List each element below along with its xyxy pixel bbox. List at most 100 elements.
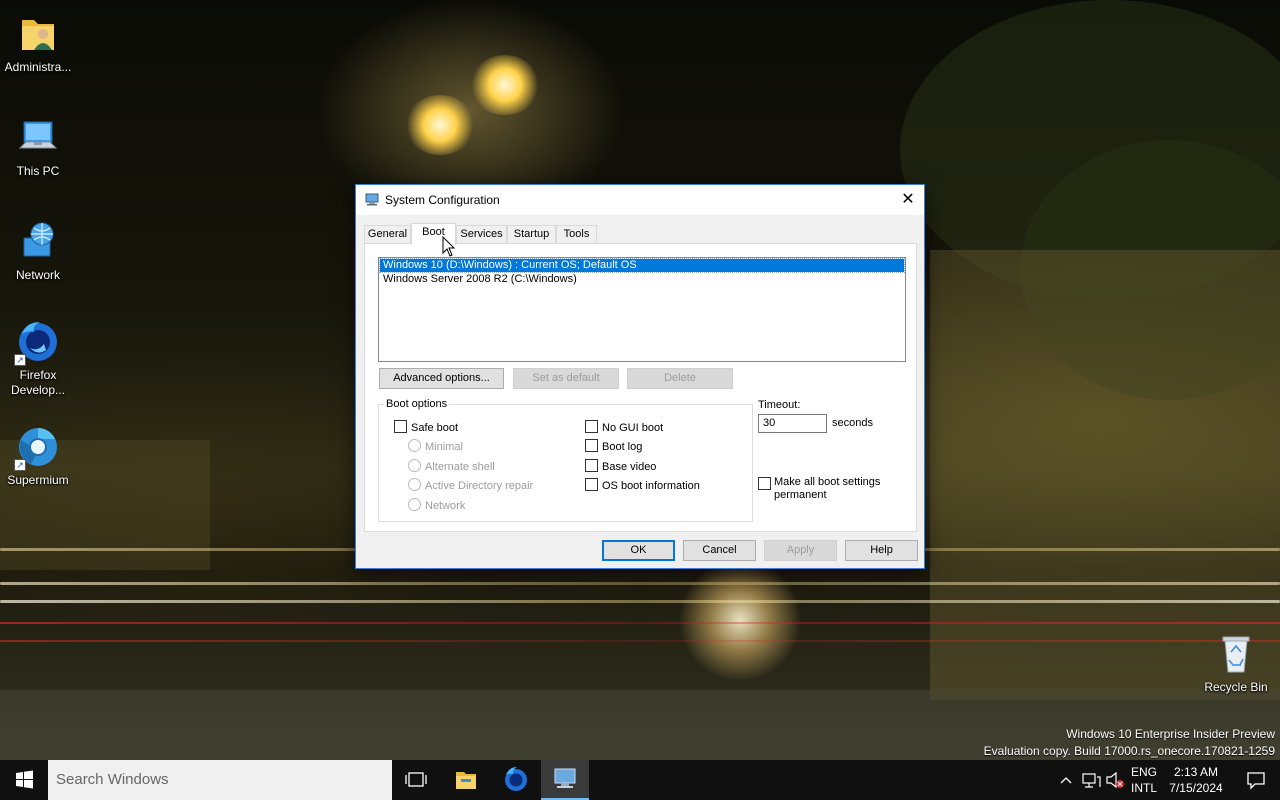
clock-date: 7/15/2024 [1169, 781, 1223, 795]
radio-circle[interactable] [408, 459, 421, 472]
desktop-icon-label: Administra... [4, 60, 72, 74]
desktop-icon-network[interactable]: Network [0, 220, 76, 283]
notifications-icon [1247, 772, 1265, 790]
keyboard-layout-code: INTL [1130, 781, 1157, 795]
desktop-icon-administrator[interactable]: Administra... [0, 12, 76, 75]
tab-general[interactable]: General [364, 225, 411, 244]
boot-log-label: Boot log [602, 441, 643, 453]
base-video-label: Base video [602, 461, 657, 473]
task-view-icon [405, 772, 427, 787]
advanced-options-button[interactable]: Advanced options... [379, 368, 504, 389]
radio-circle[interactable] [408, 498, 421, 511]
tab-services[interactable]: Services [456, 225, 507, 244]
chevron-up-icon [1060, 777, 1072, 784]
boot-entries-list[interactable]: Windows 10 (D:\Windows) : Current OS; De… [378, 257, 906, 362]
supermium-browser-icon: ↗ [14, 425, 60, 471]
desktop-icon-this-pc[interactable]: This PC [0, 116, 76, 179]
desktop-icon-label: Firefox Develop... [10, 368, 66, 397]
checkbox-box[interactable] [585, 439, 598, 452]
clock-time: 2:13 AM [1173, 765, 1219, 779]
base-video-checkbox[interactable]: Base video [585, 459, 656, 474]
delete-button[interactable]: Delete [627, 368, 733, 389]
timeout-input[interactable]: 30 [758, 414, 827, 433]
make-permanent-label: Make all boot settings permanent [774, 476, 881, 501]
checkbox-box[interactable] [758, 477, 771, 490]
desktop-icon-supermium[interactable]: ↗ Supermium [0, 425, 76, 488]
os-boot-information-label: OS boot information [602, 480, 700, 492]
watermark-edition: Windows 10 Enterprise Insider Preview [1066, 727, 1275, 741]
network-icon [16, 220, 60, 264]
desktop-icon-label: Recycle Bin [1204, 680, 1268, 694]
boot-options-group: Boot options Safe boot Minimal Alternate… [378, 398, 753, 522]
os-boot-information-checkbox[interactable]: OS boot information [585, 478, 700, 493]
volume-button[interactable] [1104, 760, 1126, 800]
boot-log-checkbox[interactable]: Boot log [585, 439, 642, 454]
safe-boot-checkbox[interactable]: Safe boot [394, 420, 458, 435]
list-item[interactable]: Windows Server 2008 R2 (C:\Windows) [380, 273, 904, 286]
file-explorer-button[interactable] [442, 760, 490, 800]
minimal-label: Minimal [425, 441, 463, 453]
action-center-button[interactable] [1232, 760, 1280, 800]
desktop-icon-label: This PC [16, 164, 60, 178]
taskbar-search-box[interactable]: Search Windows [48, 760, 392, 800]
active-directory-repair-label: Active Directory repair [425, 480, 534, 492]
no-gui-boot-checkbox[interactable]: No GUI boot [585, 420, 663, 435]
dialog-title: System Configuration [385, 193, 500, 207]
desktop-icon-label: Network [15, 268, 60, 282]
shortcut-arrow-icon: ↗ [14, 354, 26, 366]
seconds-label: seconds [832, 417, 873, 429]
task-view-button[interactable] [392, 760, 440, 800]
input-language-indicator[interactable]: ENG INTL [1128, 760, 1160, 800]
watermark-build: Evaluation copy. Build 17000.rs_onecore.… [983, 744, 1275, 758]
language-code: ENG [1130, 765, 1157, 779]
help-button[interactable]: Help [845, 540, 918, 561]
start-button[interactable] [0, 760, 48, 800]
alternate-shell-label: Alternate shell [425, 461, 495, 473]
alternate-shell-radio[interactable]: Alternate shell [408, 459, 495, 474]
show-hidden-icons-button[interactable] [1056, 760, 1076, 800]
network-radio[interactable]: Network [408, 498, 465, 513]
wired-network-icon [1082, 773, 1101, 788]
shortcut-arrow-icon: ↗ [14, 459, 26, 471]
desktop-icon-recycle-bin[interactable]: Recycle Bin [1198, 632, 1274, 695]
desktop-icon-firefox-developer[interactable]: ↗ Firefox Develop... [0, 320, 76, 398]
radio-circle[interactable] [408, 478, 421, 491]
close-button[interactable]: ✕ [892, 185, 924, 215]
tab-tools[interactable]: Tools [556, 225, 597, 244]
mouse-pointer-icon [442, 236, 456, 257]
system-configuration-dialog: System Configuration ✕ General Boot Serv… [355, 184, 925, 569]
user-folder-icon [16, 12, 60, 56]
checkbox-box[interactable] [585, 420, 598, 433]
checkbox-box[interactable] [585, 478, 598, 491]
firefox-developer-icon: ↗ [14, 320, 60, 366]
boot-tab-panel: Windows 10 (D:\Windows) : Current OS; De… [364, 243, 917, 532]
system-configuration-icon [365, 193, 379, 206]
system-configuration-taskbar-button[interactable] [541, 760, 589, 800]
windows-evaluation-watermark: Windows 10 Enterprise Insider Preview Ev… [984, 726, 1275, 760]
ok-button[interactable]: OK [602, 540, 675, 561]
close-icon: ✕ [901, 191, 915, 208]
set-as-default-button[interactable]: Set as default [513, 368, 619, 389]
list-item[interactable]: Windows 10 (D:\Windows) : Current OS; De… [379, 258, 905, 273]
timeout-label: Timeout: [758, 399, 801, 411]
desktop-icon-label: Supermium [7, 473, 69, 487]
cancel-button[interactable]: Cancel [683, 540, 756, 561]
network-status-button[interactable] [1080, 760, 1102, 800]
checkbox-box[interactable] [585, 459, 598, 472]
radio-circle[interactable] [408, 439, 421, 452]
dialog-titlebar[interactable]: System Configuration ✕ [356, 185, 924, 215]
volume-muted-icon [1106, 771, 1124, 789]
firefox-developer-icon [505, 767, 527, 791]
apply-button[interactable]: Apply [764, 540, 837, 561]
tab-startup[interactable]: Startup [507, 225, 556, 244]
windows-logo-icon [16, 770, 33, 789]
minimal-radio[interactable]: Minimal [408, 439, 463, 454]
active-directory-repair-radio[interactable]: Active Directory repair [408, 478, 533, 493]
firefox-developer-taskbar-button[interactable] [492, 760, 540, 800]
clock[interactable]: 2:13 AM 7/15/2024 [1164, 760, 1228, 800]
taskbar: Search Windows ENG INTL 2:13 AM 7/15/202… [0, 760, 1280, 800]
checkbox-box[interactable] [394, 420, 407, 433]
system-configuration-icon [554, 768, 576, 788]
safe-boot-label: Safe boot [411, 422, 459, 434]
recycle-bin-icon [1214, 632, 1258, 676]
